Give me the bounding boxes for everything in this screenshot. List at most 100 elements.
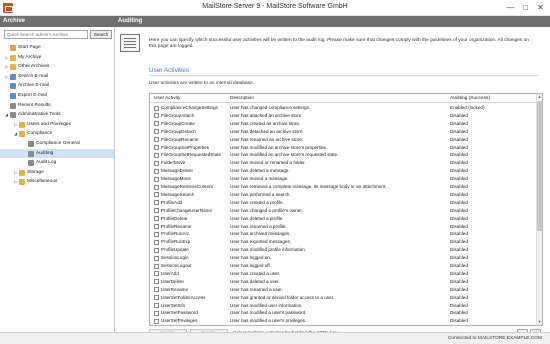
activity-checkbox-icon[interactable] xyxy=(154,255,159,261)
activity-checkbox-icon[interactable] xyxy=(154,113,159,119)
table-row[interactable]: UserSetPrivileges User has modified a use… xyxy=(150,317,536,325)
table-row[interactable]: UserRename User has renamed a user. Disabl… xyxy=(150,286,536,294)
activity-checkbox-icon[interactable] xyxy=(154,137,159,143)
table-row[interactable]: ProfileDelete User has deleted a profile.… xyxy=(150,215,536,223)
activity-checkbox-icon[interactable] xyxy=(154,271,159,277)
table-row[interactable]: ProfileRename User has renamed a profile.… xyxy=(150,223,536,231)
table-row[interactable]: FileGroupRename User has renamed an archi… xyxy=(150,136,536,144)
expander-icon[interactable]: ▷ xyxy=(4,72,9,82)
quick-search-input[interactable] xyxy=(4,30,88,39)
table-row[interactable]: FileGroupDetach User has detached an arch… xyxy=(150,128,536,136)
sidebar-item-export-e-mail[interactable]: Export E-mail xyxy=(0,91,114,101)
table-row[interactable]: FileGroupCreate User has created an archi… xyxy=(150,120,536,128)
expander-icon[interactable]: ▷ xyxy=(13,120,18,130)
table-row[interactable]: FileGroupSetProperties User has modified … xyxy=(150,144,536,152)
column-header-user-activity[interactable]: User Activity xyxy=(154,96,180,101)
sidebar-item-other-archives[interactable]: ▷ Other Archives xyxy=(0,62,114,72)
activity-checkbox-icon[interactable] xyxy=(154,216,159,222)
table-row[interactable]: SessionLogin User has logged on. Disabled xyxy=(150,254,536,262)
expander-icon[interactable]: ◢ xyxy=(13,129,18,139)
activity-checkbox-icon[interactable] xyxy=(154,318,159,324)
scroll-down-icon[interactable]: ▼ xyxy=(536,319,542,325)
expander-icon[interactable]: ▷ xyxy=(13,168,18,178)
activity-checkbox-icon[interactable] xyxy=(154,287,159,293)
sidebar-item-compliance-general[interactable]: Compliance General xyxy=(0,139,114,149)
table-row[interactable]: ComplianceChangeSettings User has changed… xyxy=(150,104,536,112)
activity-checkbox-icon[interactable] xyxy=(154,105,159,111)
maximize-button[interactable]: □ xyxy=(518,0,533,16)
table-row[interactable]: SessionLogout User has logged off. Disable… xyxy=(150,262,536,270)
table-row[interactable]: UserAdd User has created a user. Disabled xyxy=(150,270,536,278)
user-activities-grid[interactable]: User Activity Description Auditing (Succ… xyxy=(149,93,543,326)
activity-description: User has modified an archive store's pro… xyxy=(230,144,328,150)
activity-description: User has logged off. xyxy=(230,263,272,268)
close-button[interactable]: ✕ xyxy=(533,0,548,16)
activity-checkbox-icon[interactable] xyxy=(154,279,159,285)
sidebar-item-storage[interactable]: ▷ Storage xyxy=(0,168,114,178)
expander-icon[interactable]: ▷ xyxy=(13,177,18,187)
table-row[interactable]: UserDelete User has deleted a user. Disabl… xyxy=(150,278,536,286)
table-row[interactable]: UserSetInfo User has modified user inform… xyxy=(150,302,536,310)
sidebar-item-audit-log[interactable]: Audit Log xyxy=(0,158,114,168)
scroll-up-icon[interactable]: ▲ xyxy=(536,94,542,100)
activity-checkbox-icon[interactable] xyxy=(154,184,159,190)
sidebar-item-my-archive[interactable]: ▷ My Archive xyxy=(0,53,114,63)
table-row[interactable]: MessageSearch User has performed a search… xyxy=(150,191,536,199)
admin-tools-icon xyxy=(10,112,16,119)
sidebar-item-search-e-mail[interactable]: ▷ Search E-mail xyxy=(0,72,114,82)
scrollbar-thumb[interactable] xyxy=(537,101,542,231)
table-row[interactable]: MessageDelete User has deleted a message.… xyxy=(150,167,536,175)
activity-checkbox-icon[interactable] xyxy=(154,192,159,198)
table-row[interactable]: FolderMove User has moved or renamed a fo… xyxy=(150,159,536,167)
sidebar-item-recent-results[interactable]: Recent Results xyxy=(0,101,114,111)
expander-icon[interactable]: ▷ xyxy=(4,53,9,63)
table-row[interactable]: UserSetPassword User has modified a user'… xyxy=(150,309,536,317)
sidebar-item-compliance[interactable]: ◢ Compliance xyxy=(0,129,114,139)
activity-checkbox-icon[interactable] xyxy=(154,121,159,127)
auditing-panel: Auditing Here you can specify which succ… xyxy=(115,16,550,340)
activity-checkbox-icon[interactable] xyxy=(154,176,159,182)
sidebar-item-label: Recent Results xyxy=(18,102,51,108)
sidebar-item-users-and-privileges[interactable]: ▷ Users and Privileges xyxy=(0,120,114,130)
activity-description: User has modified profile information. xyxy=(230,247,307,253)
table-row[interactable]: FileGroupSetRequestedState User has modif… xyxy=(150,151,536,159)
activity-checkbox-icon[interactable] xyxy=(154,145,159,150)
activity-description: User has granted or denied folder access… xyxy=(230,294,335,300)
table-row[interactable]: ProfileUpdate User has modified profile i… xyxy=(150,246,536,254)
expander-icon[interactable]: ◢ xyxy=(4,110,9,120)
expander-icon[interactable]: ▷ xyxy=(4,62,9,72)
sidebar-item-start-page[interactable]: Start Page xyxy=(0,43,114,53)
sidebar-item-administrative-tools[interactable]: ◢ Administrative Tools xyxy=(0,110,114,120)
sidebar-item-auditing[interactable]: Auditing xyxy=(0,148,114,159)
activity-checkbox-icon[interactable] xyxy=(154,263,159,269)
activity-checkbox-icon[interactable] xyxy=(154,200,159,206)
table-row[interactable]: FileGroupAttach User has attached an arch… xyxy=(150,112,536,120)
activity-description: User has created a profile. xyxy=(230,199,284,205)
activity-checkbox-icon[interactable] xyxy=(154,160,159,166)
sidebar-item-archive-e-mail[interactable]: Archive E-mail xyxy=(0,81,114,91)
table-row[interactable]: MessageRetrieveContent User has retrieved… xyxy=(150,183,536,191)
activity-checkbox-icon[interactable] xyxy=(154,224,159,229)
activity-checkbox-icon[interactable] xyxy=(154,247,159,253)
table-row[interactable]: ProfileChangeUserName User has changed a … xyxy=(150,207,536,215)
table-row[interactable]: ProfileAdd User has created a profile. Dis… xyxy=(150,199,536,207)
search-button[interactable]: Search xyxy=(90,30,112,39)
activity-checkbox-icon[interactable] xyxy=(154,231,159,237)
table-row[interactable]: UserSetFolderAccess User has granted or d… xyxy=(150,294,536,302)
table-row[interactable]: ProfileRunExp User has exported messages.… xyxy=(150,238,536,246)
activity-checkbox-icon[interactable] xyxy=(154,239,159,245)
table-row[interactable]: MessageMove User has moved a message. Disa… xyxy=(150,175,536,183)
column-header-auditing-success[interactable]: Auditing (Success) xyxy=(450,96,490,101)
activity-checkbox-icon[interactable] xyxy=(154,152,159,158)
activity-checkbox-icon[interactable] xyxy=(154,168,159,174)
activity-checkbox-icon[interactable] xyxy=(154,310,159,316)
table-row[interactable]: ProfileRunArc User has archived messages.… xyxy=(150,230,536,238)
activity-checkbox-icon[interactable] xyxy=(154,303,159,308)
minimize-button[interactable]: — xyxy=(503,0,518,16)
activity-description: User has retrieved a complete message, i… xyxy=(230,184,387,189)
activity-checkbox-icon[interactable] xyxy=(154,295,159,301)
activity-checkbox-icon[interactable] xyxy=(154,208,159,214)
activity-checkbox-icon[interactable] xyxy=(154,129,159,135)
sidebar-item-miscellaneous[interactable]: ▷ Miscellaneous xyxy=(0,177,114,187)
column-header-description[interactable]: Description xyxy=(230,96,254,101)
